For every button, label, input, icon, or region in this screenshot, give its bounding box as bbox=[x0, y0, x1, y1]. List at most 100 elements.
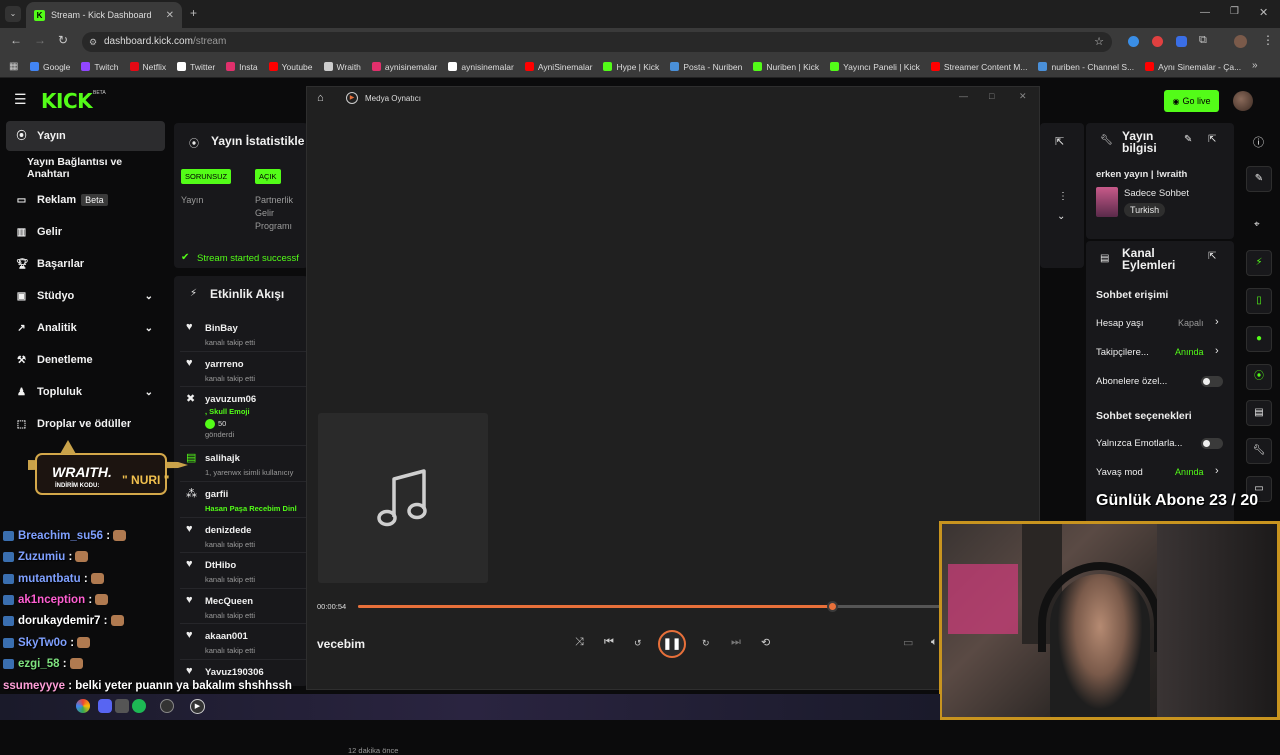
heart-icon: ♥ bbox=[186, 594, 193, 606]
maximize-window-icon[interactable]: □ bbox=[989, 91, 994, 101]
taskbar-app-icon[interactable] bbox=[115, 699, 129, 713]
more-options-icon[interactable]: ⋮ bbox=[1058, 191, 1068, 202]
edit-icon[interactable]: ✎ bbox=[1246, 166, 1272, 192]
taskbar-app-icon[interactable] bbox=[132, 699, 146, 713]
new-tab-icon[interactable]: + bbox=[190, 6, 197, 20]
extensions-puzzle-icon[interactable]: ⧉ bbox=[1199, 34, 1207, 47]
volume-icon[interactable]: 🔈︎ bbox=[931, 636, 938, 649]
bookmark-item[interactable]: Netflix bbox=[129, 62, 166, 72]
previous-track-icon[interactable]: ⏮︎ bbox=[604, 636, 614, 649]
chat-bubble-icon[interactable]: ● bbox=[1246, 326, 1272, 352]
sidebar-item-stream-key[interactable]: Yayın Bağlantısı ve Anahtarı bbox=[6, 153, 165, 183]
taskbar-app-icon[interactable] bbox=[76, 699, 90, 713]
focus-icon[interactable]: ⌖ bbox=[1254, 219, 1260, 230]
profile-avatar-icon[interactable] bbox=[1234, 35, 1247, 48]
bookmark-item[interactable]: Hype | Kick bbox=[603, 62, 659, 72]
site-info-icon[interactable]: ⚙ bbox=[89, 32, 97, 52]
lightning-icon[interactable]: ⚡︎ bbox=[1246, 250, 1272, 276]
bookmark-item[interactable]: AyniSinemalar bbox=[524, 62, 592, 72]
kick-logo[interactable]: KICK bbox=[41, 89, 93, 113]
bookmark-item[interactable]: nuriben - Channel S... bbox=[1038, 62, 1134, 72]
tab-list-icon[interactable]: ⌄ bbox=[5, 6, 21, 22]
bookmark-item[interactable]: Yayıncı Paneli | Kick bbox=[830, 62, 920, 72]
sidebar-item-yayin[interactable]: ⦿ Yayın bbox=[6, 121, 165, 151]
bookmark-item[interactable]: Wraith bbox=[323, 62, 361, 72]
bookmark-item[interactable]: Posta - Nuriben bbox=[670, 62, 742, 72]
badge-label: Programı bbox=[255, 221, 293, 231]
bookmark-favicon-icon bbox=[603, 62, 613, 71]
reload-icon[interactable]: ↻ bbox=[58, 33, 68, 47]
minimize-window-icon[interactable]: — bbox=[1200, 7, 1210, 18]
pause-button[interactable]: ❚❚ bbox=[658, 630, 686, 658]
home-icon[interactable]: ⌂ bbox=[317, 92, 324, 104]
wrench-icon: 🔧︎ bbox=[1100, 135, 1113, 146]
repeat-icon[interactable]: ⟲ bbox=[761, 636, 770, 649]
sidebar-item-reklam[interactable]: ▭ Reklam Beta bbox=[6, 185, 165, 215]
chat-message: ak1nception : bbox=[3, 594, 109, 606]
more-bookmarks-icon[interactable]: » bbox=[1252, 60, 1258, 71]
next-track-icon[interactable]: ⏭︎ bbox=[731, 636, 741, 649]
layers-icon[interactable]: ▤ bbox=[1246, 400, 1272, 426]
back-icon[interactable]: ← bbox=[10, 33, 22, 47]
bookmark-star-icon[interactable]: ☆ bbox=[1094, 32, 1104, 52]
bookmark-item[interactable]: Nuriben | Kick bbox=[753, 62, 819, 72]
chat-text: : bbox=[62, 658, 67, 670]
chat-options-heading: Sohbet seçenekleri bbox=[1096, 410, 1192, 422]
bookmark-item[interactable]: Google bbox=[30, 62, 70, 72]
sidebar-item-basarilar[interactable]: 🏆︎ Başarılar bbox=[6, 249, 165, 279]
browser-menu-icon[interactable]: ⋮ bbox=[1262, 33, 1274, 47]
extension-icon[interactable] bbox=[1128, 36, 1139, 47]
taskbar-app-icon[interactable] bbox=[160, 699, 174, 713]
tab-close-icon[interactable]: ✕ bbox=[166, 10, 174, 21]
maximize-window-icon[interactable]: ❐ bbox=[1230, 6, 1239, 17]
bookmark-item[interactable]: Twitch bbox=[81, 62, 119, 72]
shuffle-icon[interactable]: ⤨ bbox=[575, 636, 584, 649]
miniplayer-icon[interactable]: ▭ bbox=[903, 636, 913, 649]
bookmark-item[interactable]: aynisinemalar bbox=[371, 62, 437, 72]
chevron-down-icon[interactable]: ⌄ bbox=[1057, 211, 1065, 222]
forward-30-icon[interactable]: ↻ bbox=[702, 638, 710, 649]
sidebar-item-droplar[interactable]: ⬚ Droplar ve ödüller bbox=[6, 409, 165, 439]
emotes-only-toggle[interactable] bbox=[1201, 438, 1223, 449]
chevron-right-icon: › bbox=[1215, 345, 1219, 357]
extension-icon[interactable] bbox=[1152, 36, 1163, 47]
hamburger-menu-icon[interactable]: ☰ bbox=[14, 91, 27, 108]
bookmark-item[interactable]: Aynı Sinemalar - Ça... bbox=[1145, 62, 1241, 72]
bookmark-item[interactable]: Youtube bbox=[268, 62, 313, 72]
extension-icon[interactable] bbox=[1176, 36, 1187, 47]
rewind-10-icon[interactable]: ↺ bbox=[634, 638, 642, 649]
pause-icon: ❚❚ bbox=[662, 638, 682, 650]
sidebar-item-topluluk[interactable]: ♟ Topluluk ⌄ bbox=[6, 377, 165, 407]
info-icon[interactable]: ⓘ bbox=[1253, 134, 1264, 150]
popout-icon[interactable]: ⇱ bbox=[1208, 134, 1216, 145]
sidebar-item-studyo[interactable]: ▣ Stüdyo ⌄ bbox=[6, 281, 165, 311]
apps-grid-icon[interactable]: ▦ bbox=[9, 61, 18, 72]
close-window-icon[interactable]: ✕ bbox=[1259, 6, 1268, 19]
broadcast-icon[interactable]: ⦿ bbox=[1246, 364, 1272, 390]
popout-icon[interactable]: ⇱ bbox=[1055, 135, 1064, 148]
sidebar-item-denetleme[interactable]: ⚒ Denetleme bbox=[6, 345, 165, 375]
taskbar-app-icon[interactable] bbox=[98, 699, 112, 713]
url-input[interactable]: ⚙ dashboard.kick.com/stream ☆ bbox=[82, 32, 1112, 52]
seek-bar-knob[interactable] bbox=[826, 601, 838, 612]
sidebar-item-analitik[interactable]: ↗ Analitik ⌄ bbox=[6, 313, 165, 343]
bookmark-item[interactable]: Streamer Content M... bbox=[930, 62, 1027, 72]
popout-icon[interactable]: ⇱ bbox=[1208, 251, 1216, 262]
subscribers-toggle[interactable] bbox=[1201, 376, 1223, 387]
go-live-button[interactable]: ◉ Go live bbox=[1164, 90, 1219, 112]
bookmark-item[interactable]: aynisinemalar bbox=[448, 62, 514, 72]
close-window-icon[interactable]: ✕ bbox=[1019, 91, 1027, 102]
edit-pencil-icon[interactable]: ✎ bbox=[1184, 134, 1192, 145]
bookmark-item[interactable]: Insta bbox=[226, 62, 258, 72]
sidebar-item-gelir[interactable]: ▥ Gelir bbox=[6, 217, 165, 247]
note-icon[interactable]: ▯ bbox=[1246, 288, 1272, 314]
tab-kick-dashboard[interactable]: K Stream - Kick Dashboard ✕ bbox=[26, 2, 182, 28]
taskbar-app-icon[interactable]: ▶ bbox=[190, 699, 205, 714]
minimize-window-icon[interactable]: — bbox=[959, 91, 968, 101]
wrench-icon[interactable]: 🔧︎ bbox=[1246, 438, 1272, 464]
forward-icon[interactable]: → bbox=[34, 33, 46, 47]
channel-actions-icon: ▤ bbox=[1100, 253, 1110, 264]
seek-bar[interactable] bbox=[358, 601, 998, 612]
bookmark-item[interactable]: Twitter bbox=[177, 62, 215, 72]
user-avatar[interactable] bbox=[1233, 91, 1253, 111]
